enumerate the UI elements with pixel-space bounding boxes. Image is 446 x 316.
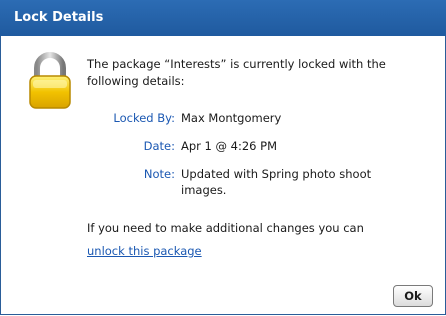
locked-by-row: Locked By: Max Montgomery: [87, 110, 427, 126]
note-label: Note:: [143, 167, 175, 181]
ok-button[interactable]: Ok: [393, 285, 433, 307]
note-value: Updated with Spring photo shoot images.: [181, 167, 372, 197]
note-row: Note: Updated with Spring photo shoot im…: [87, 166, 427, 198]
lock-details-list: Locked By: Max Montgomery Date: Apr 1 @ …: [87, 110, 427, 210]
padlock-icon: [29, 52, 71, 109]
locked-by-label: Locked By:: [113, 111, 175, 125]
footer-text: If you need to make additional changes y…: [87, 221, 364, 235]
dialog-title: Lock Details: [0, 0, 446, 36]
locked-by-value: Max Montgomery: [181, 111, 282, 125]
unlock-package-link[interactable]: unlock this package: [87, 243, 202, 260]
date-label: Date:: [143, 139, 175, 153]
lock-details-dialog: Lock Details The package “Interests” is …: [0, 0, 446, 315]
date-value: Apr 1 @ 4:26 PM: [181, 139, 278, 153]
lock-intro-text: The package “Interests” is currently loc…: [87, 57, 386, 88]
date-row: Date: Apr 1 @ 4:26 PM: [87, 138, 427, 154]
